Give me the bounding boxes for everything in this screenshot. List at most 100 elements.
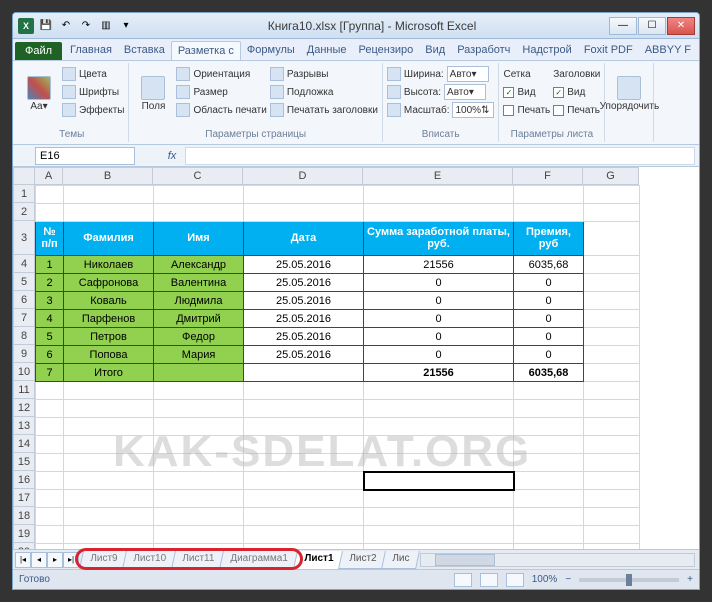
cell[interactable] [514,418,584,436]
column-header[interactable]: B [63,167,153,185]
cell[interactable]: Итого [64,364,154,382]
cell[interactable] [64,490,154,508]
cell[interactable]: Людмила [154,292,244,310]
file-tab[interactable]: Файл [15,42,62,60]
cell[interactable] [36,382,64,400]
cell[interactable]: Николаев [64,256,154,274]
view-normal-button[interactable] [454,573,472,587]
cell[interactable]: 6 [36,346,64,364]
cell[interactable] [244,436,364,454]
sheet-nav-prev[interactable]: ◂ [31,552,47,568]
row-header[interactable]: 9 [13,345,35,363]
cell[interactable] [36,400,64,418]
breaks-button[interactable]: Разрывы [270,65,378,83]
row-header[interactable]: 10 [13,363,35,381]
cell[interactable] [584,418,640,436]
cell[interactable]: 0 [514,346,584,364]
cell[interactable] [154,186,244,204]
cell[interactable]: Сафронова [64,274,154,292]
row-header[interactable]: 13 [13,417,35,435]
width-combo[interactable]: Авто ▾ [447,66,489,82]
column-header[interactable]: C [153,167,243,185]
ribbon-tab[interactable]: Данные [301,41,353,60]
cell[interactable] [154,436,244,454]
cell[interactable] [584,490,640,508]
ribbon-tab[interactable]: Рецензиро [353,41,420,60]
cell[interactable]: 25.05.2016 [244,256,364,274]
cell[interactable] [154,490,244,508]
maximize-button[interactable]: ☐ [638,17,666,35]
cell[interactable] [514,186,584,204]
cell[interactable] [36,508,64,526]
cell[interactable]: 0 [514,292,584,310]
column-header[interactable]: F [513,167,583,185]
cell[interactable]: Премия, руб [514,222,584,256]
cell[interactable]: 0 [514,274,584,292]
cell[interactable] [584,526,640,544]
close-button[interactable]: ✕ [667,17,695,35]
cell[interactable]: № п/п [36,222,64,256]
cell[interactable] [36,436,64,454]
ribbon-tab[interactable]: Формулы [241,41,301,60]
print-area-button[interactable]: Область печати [176,101,266,119]
column-header[interactable]: G [583,167,639,185]
themes-button[interactable]: Aa▾ [19,65,59,123]
column-header[interactable]: A [35,167,63,185]
cell[interactable] [364,454,514,472]
cell[interactable] [64,400,154,418]
cell[interactable]: 25.05.2016 [244,274,364,292]
sheet-tab[interactable]: Диаграмма1 [219,551,298,569]
scale-spinner[interactable]: 100% ⇅ [452,102,494,118]
row-header[interactable]: 4 [13,255,35,273]
ribbon-help-icon[interactable]: ⓘ ▾ [697,38,700,60]
ribbon-tab[interactable]: Разработч [451,41,516,60]
cell[interactable]: Сумма заработной платы, руб. [364,222,514,256]
row-header[interactable]: 7 [13,309,35,327]
cell[interactable]: 2 [36,274,64,292]
sheet-nav-last[interactable]: ▸| [63,552,79,568]
cell[interactable] [584,256,640,274]
row-header[interactable]: 14 [13,435,35,453]
fonts-button[interactable]: Шрифты [62,83,124,101]
size-button[interactable]: Размер [176,83,266,101]
margins-button[interactable]: Поля [133,65,173,123]
minimize-button[interactable]: — [609,17,637,35]
cell[interactable] [584,454,640,472]
cell[interactable] [64,472,154,490]
horizontal-scrollbar[interactable] [420,553,695,567]
cell[interactable]: 7 [36,364,64,382]
sheet-tab[interactable]: Лист9 [79,551,128,569]
row-header[interactable]: 3 [13,221,35,255]
cell[interactable] [514,204,584,222]
cell[interactable] [64,382,154,400]
cell[interactable] [244,204,364,222]
cell[interactable] [584,400,640,418]
row-header[interactable]: 15 [13,453,35,471]
grid-view-check[interactable]: Вид [503,83,550,101]
sheet-tab[interactable]: Лист11 [171,551,225,569]
row-header[interactable]: 16 [13,471,35,489]
cell[interactable] [36,472,64,490]
cell[interactable]: 25.05.2016 [244,346,364,364]
ribbon-tab[interactable]: ABBYY F [639,41,697,60]
cell[interactable]: 21556 [364,256,514,274]
cell[interactable] [244,490,364,508]
column-header[interactable]: E [363,167,513,185]
head-view-check[interactable]: Вид [553,83,600,101]
cell[interactable] [584,222,640,256]
row-header[interactable]: 17 [13,489,35,507]
qat-more-icon[interactable]: ▾ [117,17,135,35]
cell[interactable] [244,400,364,418]
cell[interactable] [154,382,244,400]
cell[interactable]: 0 [364,346,514,364]
cell[interactable] [244,364,364,382]
arrange-button[interactable]: Упорядочить [609,65,649,123]
sheet-tab[interactable]: Лист10 [122,551,177,569]
cell[interactable] [584,346,640,364]
cell[interactable] [244,472,364,490]
row-header[interactable]: 2 [13,203,35,221]
cell[interactable] [584,382,640,400]
cell[interactable]: Мария [154,346,244,364]
cell[interactable] [154,400,244,418]
cell[interactable] [364,472,514,490]
